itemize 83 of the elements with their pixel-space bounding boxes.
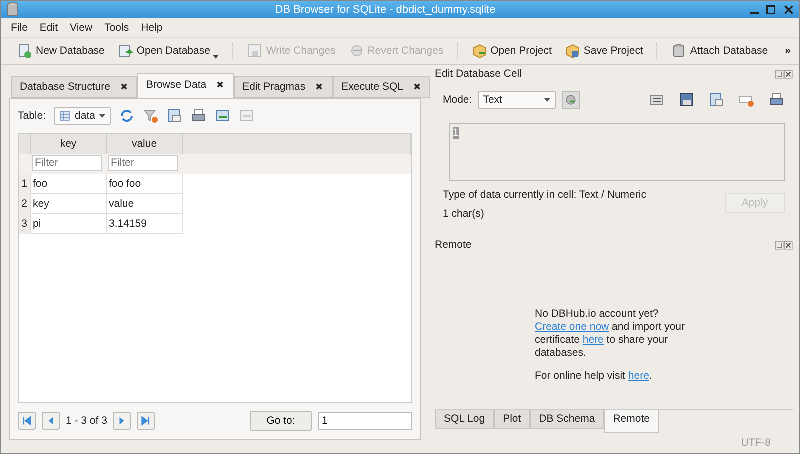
go-to-button[interactable]: Go to: (250, 411, 312, 431)
clear-filter-icon (143, 108, 160, 124)
filter-field[interactable]: Filter (32, 155, 102, 171)
row-number: 1 (19, 174, 31, 194)
remote-message: For online help visit here. (535, 370, 654, 383)
tab[interactable]: Database Structure ✖ (11, 76, 138, 98)
last-page-button[interactable] (137, 412, 156, 430)
tab-close-button[interactable]: ✖ (413, 82, 422, 92)
encoding-label: UTF-8 (741, 437, 771, 449)
tab[interactable]: Plot (494, 410, 530, 429)
menu-item[interactable]: Edit (40, 22, 58, 34)
menu-item[interactable]: Tools (104, 22, 130, 34)
tab[interactable]: Execute SQL ✖ (332, 76, 430, 98)
record-range: 1 - 3 of 3 (66, 415, 108, 427)
row-number: 2 (19, 194, 31, 214)
first-page-button[interactable] (18, 412, 36, 430)
open-project-icon (472, 43, 488, 59)
go-to-field[interactable]: 1 (318, 412, 412, 430)
tab[interactable]: Remote (604, 410, 659, 433)
table-label: Table: (18, 110, 46, 122)
panel-title: Edit Database Cell (435, 68, 523, 80)
float-icon (775, 70, 784, 78)
toolbar-button[interactable]: Open Database (114, 41, 224, 61)
close-icon (784, 70, 793, 78)
close-icon (784, 240, 793, 250)
row-number: 3 (19, 214, 31, 234)
print-icon (191, 108, 208, 124)
save-icon (247, 43, 264, 59)
filter-field[interactable]: Filter (108, 155, 178, 171)
tab[interactable]: Browse Data ✖ (137, 73, 234, 99)
database-icon (671, 43, 688, 59)
open-database-icon (118, 43, 134, 59)
float-icon (775, 240, 784, 250)
toolbar-button[interactable]: Open Project (468, 41, 556, 61)
refresh-icon (119, 108, 136, 124)
tab[interactable]: DB Schema (530, 410, 604, 429)
skip-first-icon (21, 415, 33, 427)
menu-item[interactable]: Help (141, 22, 163, 34)
tab-close-button[interactable]: ✖ (216, 80, 225, 90)
table-cell: key (31, 194, 107, 214)
table-cell: pi (31, 214, 107, 234)
toolbar-button[interactable]: New Database (13, 41, 109, 61)
menu-item[interactable]: View (70, 22, 93, 34)
gear-icon (564, 93, 578, 107)
auto-format-button[interactable] (562, 91, 580, 109)
column-header[interactable]: value (107, 134, 183, 154)
save-table-icon (167, 108, 184, 124)
save-project-icon (564, 43, 581, 59)
remote-message: No DBHub.io account yet? Create one now and import your certificate here to share your databases. (535, 308, 686, 360)
close-icon (783, 4, 795, 16)
tab-close-button[interactable]: ✖ (316, 82, 324, 92)
maximize-icon (765, 4, 777, 16)
tab-close-button[interactable]: ✖ (120, 82, 128, 92)
toolbar-button[interactable]: Attach Database (667, 41, 772, 61)
skip-last-icon (140, 415, 152, 427)
export-icon (709, 92, 725, 108)
caret-icon (99, 114, 106, 118)
panel-title: Remote (435, 239, 473, 251)
size-text: 1 char(s) (443, 208, 486, 220)
new-database-icon (17, 43, 33, 59)
tab[interactable]: SQL Log (435, 410, 494, 429)
dropdown-arrow-icon[interactable] (213, 55, 220, 59)
revert-icon (348, 43, 365, 59)
tab[interactable]: Edit Pragmas ✖ (234, 76, 333, 98)
table-dropdown[interactable]: data (54, 107, 112, 125)
menu-item[interactable]: File (11, 22, 28, 34)
table-icon (59, 110, 72, 122)
window-title: DB Browser for SQLite - dbdict_dummy.sqlite (274, 4, 497, 16)
previous-page-button[interactable] (42, 412, 60, 430)
data-type-text: Type of data currently in cell: Text / Numeric (443, 189, 646, 201)
save-icon (679, 92, 695, 108)
next-page-button[interactable] (113, 412, 132, 430)
mode-label: Mode: (443, 94, 472, 106)
delete-record-icon (239, 108, 256, 124)
caret-icon (544, 98, 552, 102)
toolbar-button[interactable]: Save Project (560, 41, 648, 61)
column-header[interactable]: key (31, 134, 107, 154)
mode-dropdown[interactable]: Text (478, 91, 556, 109)
table-cell: foo (31, 174, 107, 194)
database-icon (5, 2, 21, 18)
print-icon (769, 92, 785, 108)
more-button[interactable]: » (785, 45, 791, 57)
insert-record-icon (215, 108, 232, 124)
